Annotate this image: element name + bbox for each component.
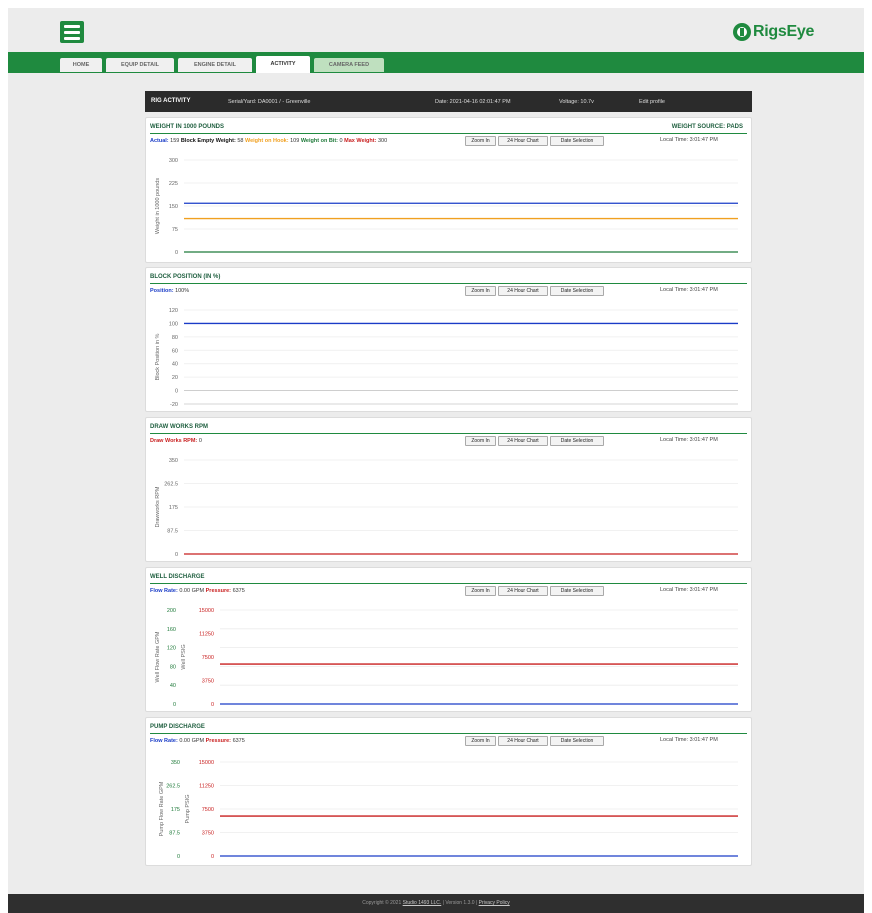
y-tick-label: 87.5 <box>169 831 180 837</box>
hamburger-menu-icon[interactable] <box>60 21 84 43</box>
tab-equip-detail[interactable]: EQUIP DETAIL <box>106 58 174 72</box>
y-axis-label: Drawworks RPM <box>155 486 161 527</box>
y2-axis-label: Well PSIG <box>181 644 187 669</box>
y-axis-label: Well Flow Rate GPM <box>155 631 161 682</box>
y2-tick-label: 3750 <box>202 831 214 837</box>
y-tick-label: 175 <box>171 807 180 813</box>
y2-tick-label: 15000 <box>199 608 214 614</box>
y-tick-label: 120 <box>169 308 178 314</box>
y-tick-label: 0 <box>175 389 178 395</box>
logo-text: RigsEye <box>753 23 815 40</box>
y-tick-label: 160 <box>167 627 176 633</box>
y2-tick-label: 15000 <box>199 760 214 766</box>
studio-link[interactable]: Studio 1493 LLC. <box>403 900 442 906</box>
y-tick-label: -20 <box>170 402 178 408</box>
panel-draw-works: DRAW WORKS RPM Draw Works RPM: 0 Zoom In… <box>145 417 752 562</box>
y2-tick-label: 11250 <box>199 784 214 790</box>
y-tick-label: 80 <box>170 664 176 670</box>
panel-well-discharge: WELL DISCHARGE Flow Rate: 0.00 GPM Press… <box>145 567 752 712</box>
y-tick-label: 120 <box>167 646 176 652</box>
nav-bar: HOME EQUIP DETAIL ENGINE DETAIL ACTIVITY… <box>8 52 864 73</box>
serial-yard: Serial/Yard: DA0001 / - Greenville <box>228 99 311 105</box>
y-tick-label: 0 <box>173 702 176 708</box>
panel-pump-discharge: PUMP DISCHARGE Flow Rate: 0.00 GPM Press… <box>145 717 752 866</box>
y-tick-label: 20 <box>172 375 178 381</box>
y-tick-label: 60 <box>172 348 178 354</box>
y-tick-label: 225 <box>169 181 178 187</box>
y-tick-label: 40 <box>170 683 176 689</box>
y2-tick-label: 11250 <box>199 632 214 638</box>
y2-axis-label: Pump PSIG <box>185 794 191 823</box>
y2-tick-label: 7500 <box>202 807 214 813</box>
y-tick-label: 175 <box>169 505 178 511</box>
footer: Copyright © 2021 Studio 1493 LLC. | Vers… <box>8 894 864 913</box>
rig-date: Date: 2021-04-16 02:01:47 PM <box>435 99 511 105</box>
header: RigsEye <box>8 8 864 52</box>
y-tick-label: 300 <box>169 158 178 164</box>
y-tick-label: 262.5 <box>166 784 180 790</box>
panel-weight: WEIGHT IN 1000 POUNDS WEIGHT SOURCE: PAD… <box>145 117 752 263</box>
draw-works-chart: 0 87.5 175 262.5 350 Drawworks RPM <box>155 458 738 558</box>
privacy-policy-link[interactable]: Privacy Policy <box>479 900 510 906</box>
panel-block-position: BLOCK POSITION (IN %) Position: 100% Zoo… <box>145 267 752 412</box>
y-tick-label: 0 <box>175 250 178 256</box>
version-text: | Version 1.3.0 | <box>442 900 478 906</box>
y-tick-label: 75 <box>172 227 178 233</box>
block-position-chart: -20 0 20 40 60 80 100 120 Block Position in % <box>155 308 738 408</box>
tab-activity[interactable]: ACTIVITY <box>256 56 310 73</box>
y-axis-label: Pump Flow Rate GPM <box>159 781 165 836</box>
rig-activity-bar: RIG ACTIVITY Serial/Yard: DA0001 / - Gre… <box>145 91 752 112</box>
copyright-text: Copyright © 2021 <box>362 900 402 906</box>
y2-tick-label: 7500 <box>202 655 214 661</box>
y-tick-label: 80 <box>172 335 178 341</box>
y-tick-label: 87.5 <box>167 529 178 535</box>
y-tick-label: 150 <box>169 204 178 210</box>
pump-discharge-chart: 0 87.5 175 262.5 350 0 3750 7500 11250 15000 Pump … <box>159 760 738 860</box>
y-tick-label: 0 <box>177 854 180 860</box>
y-axis-label: Block Position in % <box>155 334 161 381</box>
well-discharge-chart: 0 40 80 120 160 200 0 3750 7500 11250 15000 Well Fl… <box>155 608 738 708</box>
y-tick-label: 350 <box>169 458 178 464</box>
logo[interactable]: RigsEye <box>733 22 814 42</box>
y2-tick-label: 0 <box>211 702 214 708</box>
y-tick-label: 200 <box>167 608 176 614</box>
tab-engine-detail[interactable]: ENGINE DETAIL <box>178 58 252 72</box>
rig-voltage: Voltage: 10.7v <box>559 99 594 105</box>
y2-tick-label: 3750 <box>202 679 214 685</box>
weight-chart: 0 75 150 225 300 Weight in 1000 pounds <box>155 158 738 256</box>
tab-camera-feed[interactable]: CAMERA FEED <box>314 58 384 72</box>
app-frame: RigsEye HOME EQUIP DETAIL ENGINE DETAIL … <box>8 8 864 913</box>
rig-activity-title: RIG ACTIVITY <box>151 98 191 104</box>
tab-home[interactable]: HOME <box>60 58 102 72</box>
y-axis-label: Weight in 1000 pounds <box>155 178 161 234</box>
y-tick-label: 100 <box>169 321 178 327</box>
rig-derrick-logo-icon <box>733 23 751 41</box>
y-tick-label: 0 <box>175 552 178 558</box>
y-tick-label: 350 <box>171 760 180 766</box>
y2-tick-label: 0 <box>211 854 214 860</box>
edit-profile-link[interactable]: Edit profile <box>639 99 665 105</box>
y-tick-label: 40 <box>172 362 178 368</box>
y-tick-label: 262.5 <box>164 482 178 488</box>
